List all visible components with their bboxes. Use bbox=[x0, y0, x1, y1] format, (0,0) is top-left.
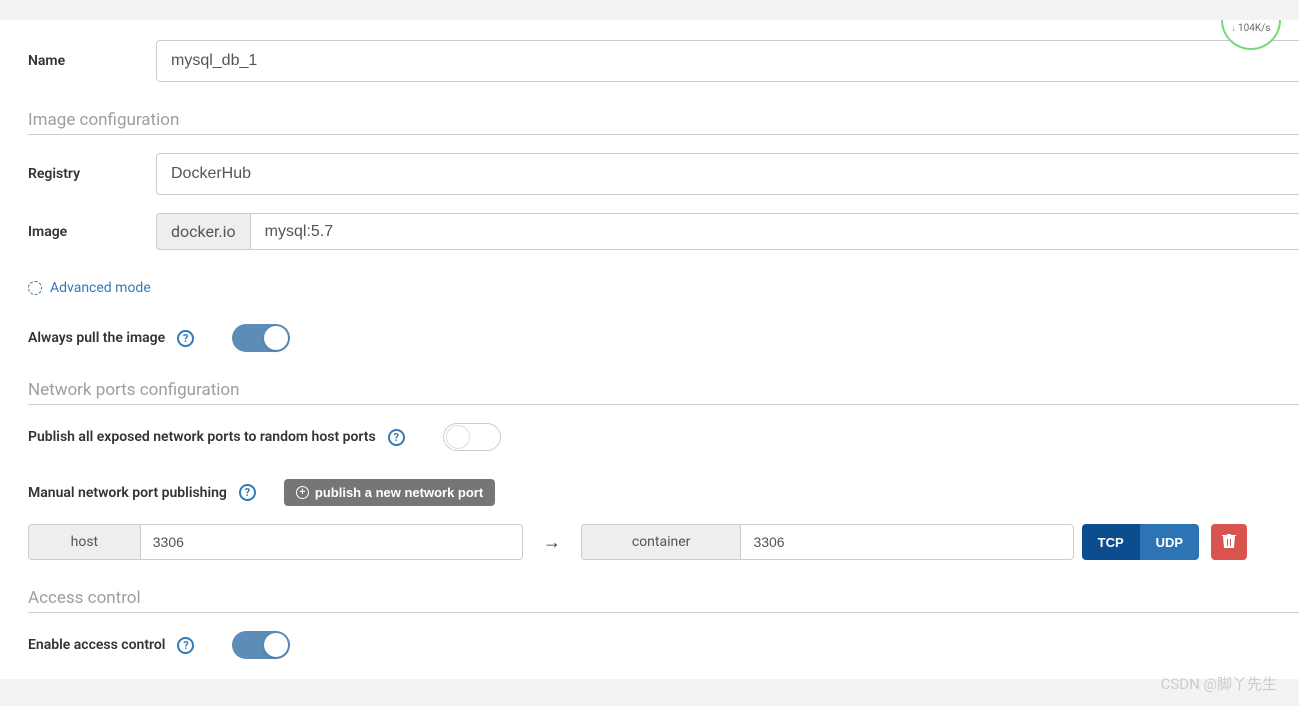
enable-access-toggle[interactable] bbox=[232, 631, 290, 659]
image-input-group: docker.io bbox=[156, 213, 1299, 250]
name-row: Name bbox=[28, 40, 1299, 82]
port-mapping-row: host → container TCP UDP bbox=[28, 524, 1247, 560]
trash-icon bbox=[1222, 533, 1236, 552]
always-pull-toggle[interactable] bbox=[232, 324, 290, 352]
help-icon[interactable]: ? bbox=[177, 330, 194, 347]
plus-circle-icon: + bbox=[296, 486, 309, 499]
image-registry-prefix: docker.io bbox=[156, 213, 250, 250]
image-config-section-title: Image configuration bbox=[28, 110, 1299, 135]
publish-all-row: Publish all exposed network ports to ran… bbox=[28, 423, 1299, 451]
registry-label: Registry bbox=[28, 166, 156, 182]
advanced-mode-text: Advanced mode bbox=[50, 280, 151, 296]
publish-port-button[interactable]: + publish a new network port bbox=[284, 479, 495, 506]
registry-select[interactable] bbox=[156, 153, 1299, 195]
globe-icon bbox=[28, 281, 42, 295]
download-arrow-icon: ↓ bbox=[1232, 23, 1237, 34]
image-input[interactable] bbox=[250, 213, 1299, 250]
delete-port-button[interactable] bbox=[1211, 524, 1247, 560]
manual-port-row: Manual network port publishing ? + publi… bbox=[28, 479, 1299, 506]
container-port-label: container bbox=[581, 524, 741, 560]
access-control-section-title: Access control bbox=[28, 588, 1299, 613]
host-port-label: host bbox=[28, 524, 140, 560]
container-form: Name Image configuration Registry Image … bbox=[0, 20, 1299, 679]
publish-all-label: Publish all exposed network ports to ran… bbox=[28, 429, 376, 445]
image-label: Image bbox=[28, 224, 156, 240]
help-icon[interactable]: ? bbox=[239, 484, 256, 501]
manual-port-label: Manual network port publishing bbox=[28, 485, 227, 501]
speed-value: 104K/s bbox=[1238, 23, 1270, 34]
always-pull-label: Always pull the image bbox=[28, 330, 165, 346]
enable-access-label: Enable access control bbox=[28, 637, 165, 653]
container-port-input[interactable] bbox=[740, 524, 1073, 560]
udp-button[interactable]: UDP bbox=[1140, 524, 1199, 560]
name-input[interactable] bbox=[156, 40, 1299, 82]
host-port-input[interactable] bbox=[140, 524, 523, 560]
help-icon[interactable]: ? bbox=[388, 429, 405, 446]
advanced-mode-link[interactable]: Advanced mode bbox=[28, 280, 151, 296]
publish-port-button-label: publish a new network port bbox=[315, 485, 483, 500]
arrow-right-icon: → bbox=[543, 532, 561, 553]
publish-all-toggle[interactable] bbox=[443, 423, 501, 451]
registry-row: Registry bbox=[28, 153, 1299, 195]
tcp-button[interactable]: TCP bbox=[1082, 524, 1140, 560]
help-icon[interactable]: ? bbox=[177, 637, 194, 654]
enable-access-row: Enable access control ? bbox=[28, 631, 1299, 659]
protocol-group: TCP UDP bbox=[1082, 524, 1199, 560]
image-row: Image docker.io bbox=[28, 213, 1299, 250]
name-label: Name bbox=[28, 53, 156, 69]
network-ports-section-title: Network ports configuration bbox=[28, 380, 1299, 405]
always-pull-row: Always pull the image ? bbox=[28, 324, 1299, 352]
